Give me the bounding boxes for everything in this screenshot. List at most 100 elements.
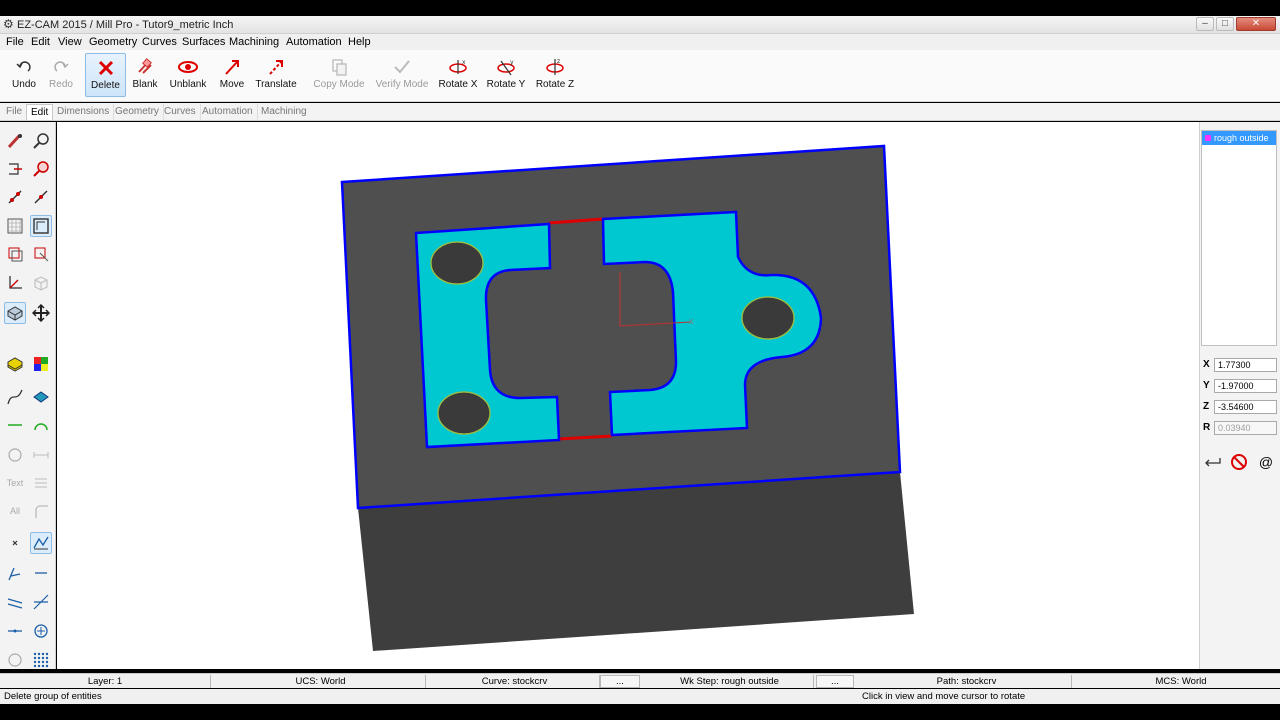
tab-automation[interactable]: Automation — [198, 104, 258, 120]
select-line-tool[interactable] — [4, 186, 26, 208]
status-layer[interactable]: Layer: 1 — [0, 675, 211, 688]
horizontal-line-tool[interactable] — [30, 562, 52, 584]
select-point-tool[interactable] — [4, 130, 26, 152]
menu-edit[interactable]: Edit — [31, 35, 50, 49]
arc-tool[interactable] — [30, 414, 52, 436]
dimension-tool[interactable] — [30, 444, 52, 466]
window-select-tool[interactable] — [30, 215, 52, 237]
menu-machining[interactable]: Machining — [229, 35, 279, 49]
at-symbol-button[interactable]: @ — [1256, 453, 1276, 471]
origin-axis-label: x — [689, 316, 694, 326]
fillet-tool[interactable] — [30, 500, 52, 522]
work-step-item[interactable]: rough outside — [1202, 131, 1276, 145]
redo-icon — [54, 61, 69, 72]
rotate-y-button[interactable]: y Rotate Y — [486, 53, 526, 97]
hole-right-tab[interactable] — [741, 296, 795, 340]
text-tool[interactable]: Text — [4, 472, 26, 494]
z-coord-field[interactable]: -3.54600 — [1214, 400, 1277, 414]
intersect-tool[interactable] — [30, 591, 52, 613]
ucs-tool[interactable] — [4, 272, 26, 294]
menu-automation[interactable]: Automation — [286, 35, 342, 49]
surface-tool[interactable] — [30, 386, 52, 408]
tab-curves[interactable]: Curves — [160, 104, 201, 120]
translate-button[interactable]: Translate — [255, 53, 297, 97]
menu-geometry[interactable]: Geometry — [89, 35, 137, 49]
move-cross-icon — [32, 304, 50, 322]
x-coord-field[interactable]: 1.77300 — [1214, 358, 1277, 372]
tab-geometry[interactable]: Geometry — [111, 104, 164, 120]
hole-bottom-left[interactable] — [437, 391, 491, 435]
grid-tool[interactable] — [4, 215, 26, 237]
work-step-list[interactable]: rough outside — [1201, 130, 1277, 346]
curve-browse-button[interactable]: ... — [600, 675, 640, 688]
status-wk-step[interactable]: Wk Step: rough outside — [646, 675, 814, 688]
rotate-z-button[interactable]: z Rotate Z — [535, 53, 575, 97]
zoom-window-tool[interactable] — [30, 130, 52, 152]
redo-button[interactable]: Redo — [44, 53, 78, 97]
x-coord-label: X — [1203, 359, 1210, 370]
ellipse-tool[interactable] — [4, 649, 26, 671]
tab-dimensions[interactable]: Dimensions — [53, 104, 115, 120]
close-button[interactable]: ✕ — [1236, 17, 1276, 31]
menu-surfaces[interactable]: Surfaces — [182, 35, 225, 49]
model-view[interactable]: x — [57, 122, 1199, 669]
minimize-button[interactable]: – — [1196, 17, 1214, 31]
tab-machining[interactable]: Machining — [257, 104, 311, 120]
color-tool[interactable] — [30, 353, 52, 375]
undo-button[interactable]: Undo — [6, 53, 42, 97]
polyline-icon — [8, 567, 21, 581]
window-title: EZ-CAM 2015 / Mill Pro - Tutor9_metric I… — [17, 19, 234, 31]
shaded-view-tool[interactable] — [4, 302, 26, 324]
rotate-z-icon: z — [546, 58, 564, 75]
verify-mode-button[interactable]: Verify Mode — [374, 53, 430, 97]
r-coord-field[interactable]: 0.03940 — [1214, 421, 1277, 435]
circle-tool[interactable] — [4, 444, 26, 466]
status-path[interactable]: Path: stockcrv — [862, 675, 1072, 688]
point-tool[interactable] — [4, 532, 26, 554]
polyline-tool[interactable] — [4, 562, 26, 584]
line-tool[interactable] — [4, 414, 26, 436]
at-icon: @ — [1258, 454, 1274, 470]
move-button[interactable]: Move — [218, 53, 246, 97]
delete-button[interactable]: Delete — [85, 53, 126, 97]
work-step-label: rough outside — [1214, 133, 1269, 143]
point-grid-tool[interactable] — [30, 649, 52, 671]
tab-file[interactable]: File — [2, 104, 28, 120]
copy-icon — [332, 59, 347, 76]
menu-help[interactable]: Help — [348, 35, 371, 49]
extend-tool[interactable] — [4, 620, 26, 642]
layer-copy-tool[interactable] — [30, 243, 52, 265]
menu-curves[interactable]: Curves — [142, 35, 177, 49]
zoom-tool[interactable] — [30, 158, 52, 180]
select-all-tool[interactable]: All — [4, 500, 26, 522]
layer-tool[interactable] — [4, 243, 26, 265]
select-chain-tool[interactable] — [4, 158, 26, 180]
center-circle-tool[interactable] — [30, 620, 52, 642]
graphics-viewport[interactable]: x — [57, 122, 1199, 669]
menu-view[interactable]: View — [58, 35, 82, 49]
status-ucs[interactable]: UCS: World — [216, 675, 426, 688]
pan-tool[interactable] — [30, 302, 52, 324]
rotate-x-button[interactable]: x Rotate X — [438, 53, 478, 97]
maximize-button[interactable]: □ — [1216, 17, 1234, 31]
enter-button[interactable] — [1203, 453, 1223, 471]
ribbon-tab-row: File Edit Dimensions Geometry Curves Aut… — [0, 103, 1280, 121]
status-mcs[interactable]: MCS: World — [1076, 675, 1280, 688]
menu-file[interactable]: File — [6, 35, 24, 49]
stock-tool[interactable] — [4, 353, 26, 375]
wireframe-tool[interactable] — [30, 272, 52, 294]
trim-tool[interactable] — [30, 532, 52, 554]
hole-top-left[interactable] — [430, 241, 484, 285]
cancel-button[interactable] — [1229, 453, 1249, 471]
y-coord-field[interactable]: -1.97000 — [1214, 379, 1277, 393]
spline-tool[interactable] — [4, 386, 26, 408]
offset-tool[interactable] — [4, 591, 26, 613]
copy-mode-button[interactable]: Copy Mode — [312, 53, 366, 97]
status-curve[interactable]: Curve: stockcrv — [430, 675, 600, 688]
blank-button[interactable]: Blank — [130, 53, 160, 97]
unblank-button[interactable]: Unblank — [168, 53, 208, 97]
select-segment-tool[interactable] — [30, 186, 52, 208]
tab-edit[interactable]: Edit — [26, 104, 54, 120]
wk-step-browse-button[interactable]: ... — [816, 675, 854, 688]
hatch-tool[interactable] — [30, 472, 52, 494]
